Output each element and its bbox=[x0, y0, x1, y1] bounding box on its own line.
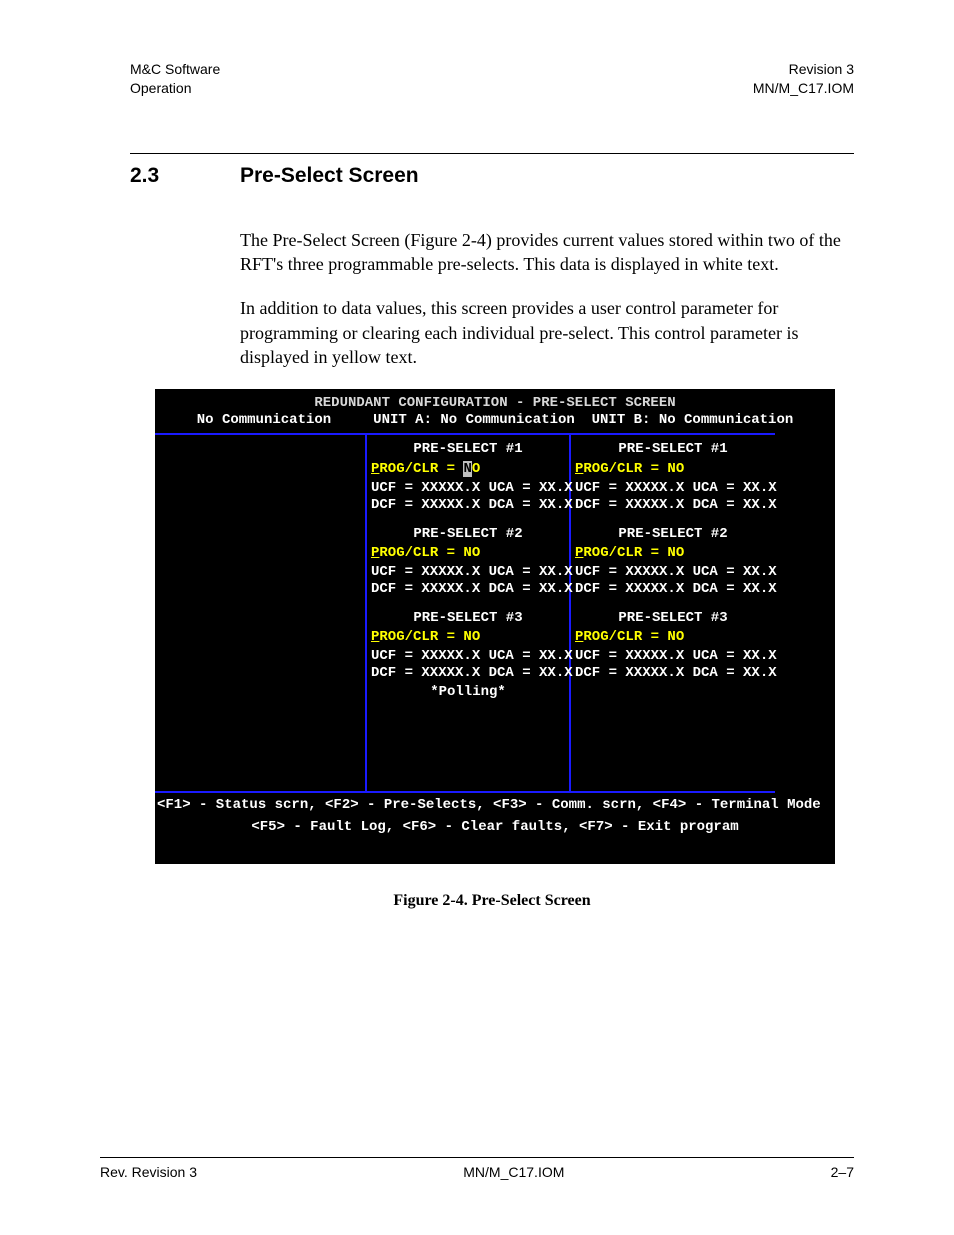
page-footer: Rev. Revision 3 MN/M_C17.IOM 2–7 bbox=[100, 1157, 854, 1180]
footer-rule bbox=[100, 1157, 854, 1158]
footer-right: 2–7 bbox=[831, 1164, 854, 1180]
unit-a-ps3: PRE-SELECT #3 PROG/CLR = NO UCF = XXXXX.… bbox=[371, 610, 565, 682]
terminal-status: No Communication UNIT A: No Communicatio… bbox=[155, 412, 835, 433]
dcf-line: DCF = XXXXX.X DCA = XX.X bbox=[575, 581, 771, 598]
prog-clr-field[interactable]: PROG/CLR = NO bbox=[575, 545, 771, 562]
dcf-line: DCF = XXXXX.X DCA = XX.X bbox=[575, 665, 771, 682]
terminal-title: REDUNDANT CONFIGURATION - PRE-SELECT SCR… bbox=[155, 389, 835, 412]
prog-clr-field[interactable]: PROG/CLR = NO bbox=[371, 629, 565, 646]
dcf-line: DCF = XXXXX.X DCA = XX.X bbox=[575, 497, 771, 514]
unit-b-ps2: PRE-SELECT #2 PROG/CLR = NO UCF = XXXXX.… bbox=[575, 526, 771, 598]
ps-title: PRE-SELECT #3 bbox=[371, 610, 565, 627]
ps-title: PRE-SELECT #2 bbox=[371, 526, 565, 543]
unit-b-ps1: PRE-SELECT #1 PROG/CLR = NO UCF = XXXXX.… bbox=[575, 441, 771, 513]
page-header: M&C Software Operation Revision 3 MN/M_C… bbox=[130, 60, 854, 98]
ps-title: PRE-SELECT #1 bbox=[575, 441, 771, 458]
section-title: Pre-Select Screen bbox=[240, 164, 419, 187]
figure-caption: Figure 2-4. Pre-Select Screen bbox=[130, 892, 854, 910]
unit-a-ps2: PRE-SELECT #2 PROG/CLR = NO UCF = XXXXX.… bbox=[371, 526, 565, 598]
ucf-line: UCF = XXXXX.X UCA = XX.X bbox=[371, 648, 565, 665]
prog-clr-field[interactable]: PROG/CLR = NO bbox=[371, 461, 565, 478]
paragraph-2: In addition to data values, this screen … bbox=[240, 296, 854, 369]
ps-title: PRE-SELECT #1 bbox=[371, 441, 565, 458]
unit-b-column: PRE-SELECT #1 PROG/CLR = NO UCF = XXXXX.… bbox=[571, 433, 775, 793]
paragraph-1: The Pre-Select Screen (Figure 2-4) provi… bbox=[240, 228, 854, 277]
ucf-line: UCF = XXXXX.X UCA = XX.X bbox=[575, 564, 771, 581]
terminal-screenshot: REDUNDANT CONFIGURATION - PRE-SELECT SCR… bbox=[155, 389, 835, 863]
prog-clr-field[interactable]: PROG/CLR = NO bbox=[575, 461, 771, 478]
polling-indicator: *Polling* bbox=[371, 684, 565, 701]
prog-clr-field[interactable]: PROG/CLR = NO bbox=[575, 629, 771, 646]
dcf-line: DCF = XXXXX.X DCA = XX.X bbox=[371, 497, 565, 514]
ucf-line: UCF = XXXXX.X UCA = XX.X bbox=[371, 564, 565, 581]
unit-a-column: PRE-SELECT #1 PROG/CLR = NO UCF = XXXXX.… bbox=[367, 433, 571, 793]
header-left-2: Operation bbox=[130, 79, 220, 98]
ps-title: PRE-SELECT #3 bbox=[575, 610, 771, 627]
header-rule bbox=[130, 153, 854, 154]
footer-center: MN/M_C17.IOM bbox=[463, 1164, 564, 1180]
ps-title: PRE-SELECT #2 bbox=[575, 526, 771, 543]
fkeys-line-2: <F5> - Fault Log, <F6> - Clear faults, <… bbox=[155, 819, 835, 836]
section-number: 2.3 bbox=[130, 164, 240, 188]
terminal-sidebar bbox=[155, 433, 367, 793]
footer-left: Rev. Revision 3 bbox=[100, 1164, 197, 1180]
header-left-1: M&C Software bbox=[130, 60, 220, 79]
header-right-1: Revision 3 bbox=[753, 60, 854, 79]
section-heading: 2.3Pre-Select Screen bbox=[130, 164, 854, 188]
unit-a-ps1: PRE-SELECT #1 PROG/CLR = NO UCF = XXXXX.… bbox=[371, 441, 565, 513]
ucf-line: UCF = XXXXX.X UCA = XX.X bbox=[575, 648, 771, 665]
header-right-2: MN/M_C17.IOM bbox=[753, 79, 854, 98]
ucf-line: UCF = XXXXX.X UCA = XX.X bbox=[371, 480, 565, 497]
fkeys-line-1: <F1> - Status scrn, <F2> - Pre-Selects, … bbox=[155, 797, 835, 814]
prog-clr-field[interactable]: PROG/CLR = NO bbox=[371, 545, 565, 562]
cursor: N bbox=[463, 461, 471, 477]
dcf-line: DCF = XXXXX.X DCA = XX.X bbox=[371, 581, 565, 598]
unit-b-ps3: PRE-SELECT #3 PROG/CLR = NO UCF = XXXXX.… bbox=[575, 610, 771, 682]
ucf-line: UCF = XXXXX.X UCA = XX.X bbox=[575, 480, 771, 497]
dcf-line: DCF = XXXXX.X DCA = XX.X bbox=[371, 665, 565, 682]
